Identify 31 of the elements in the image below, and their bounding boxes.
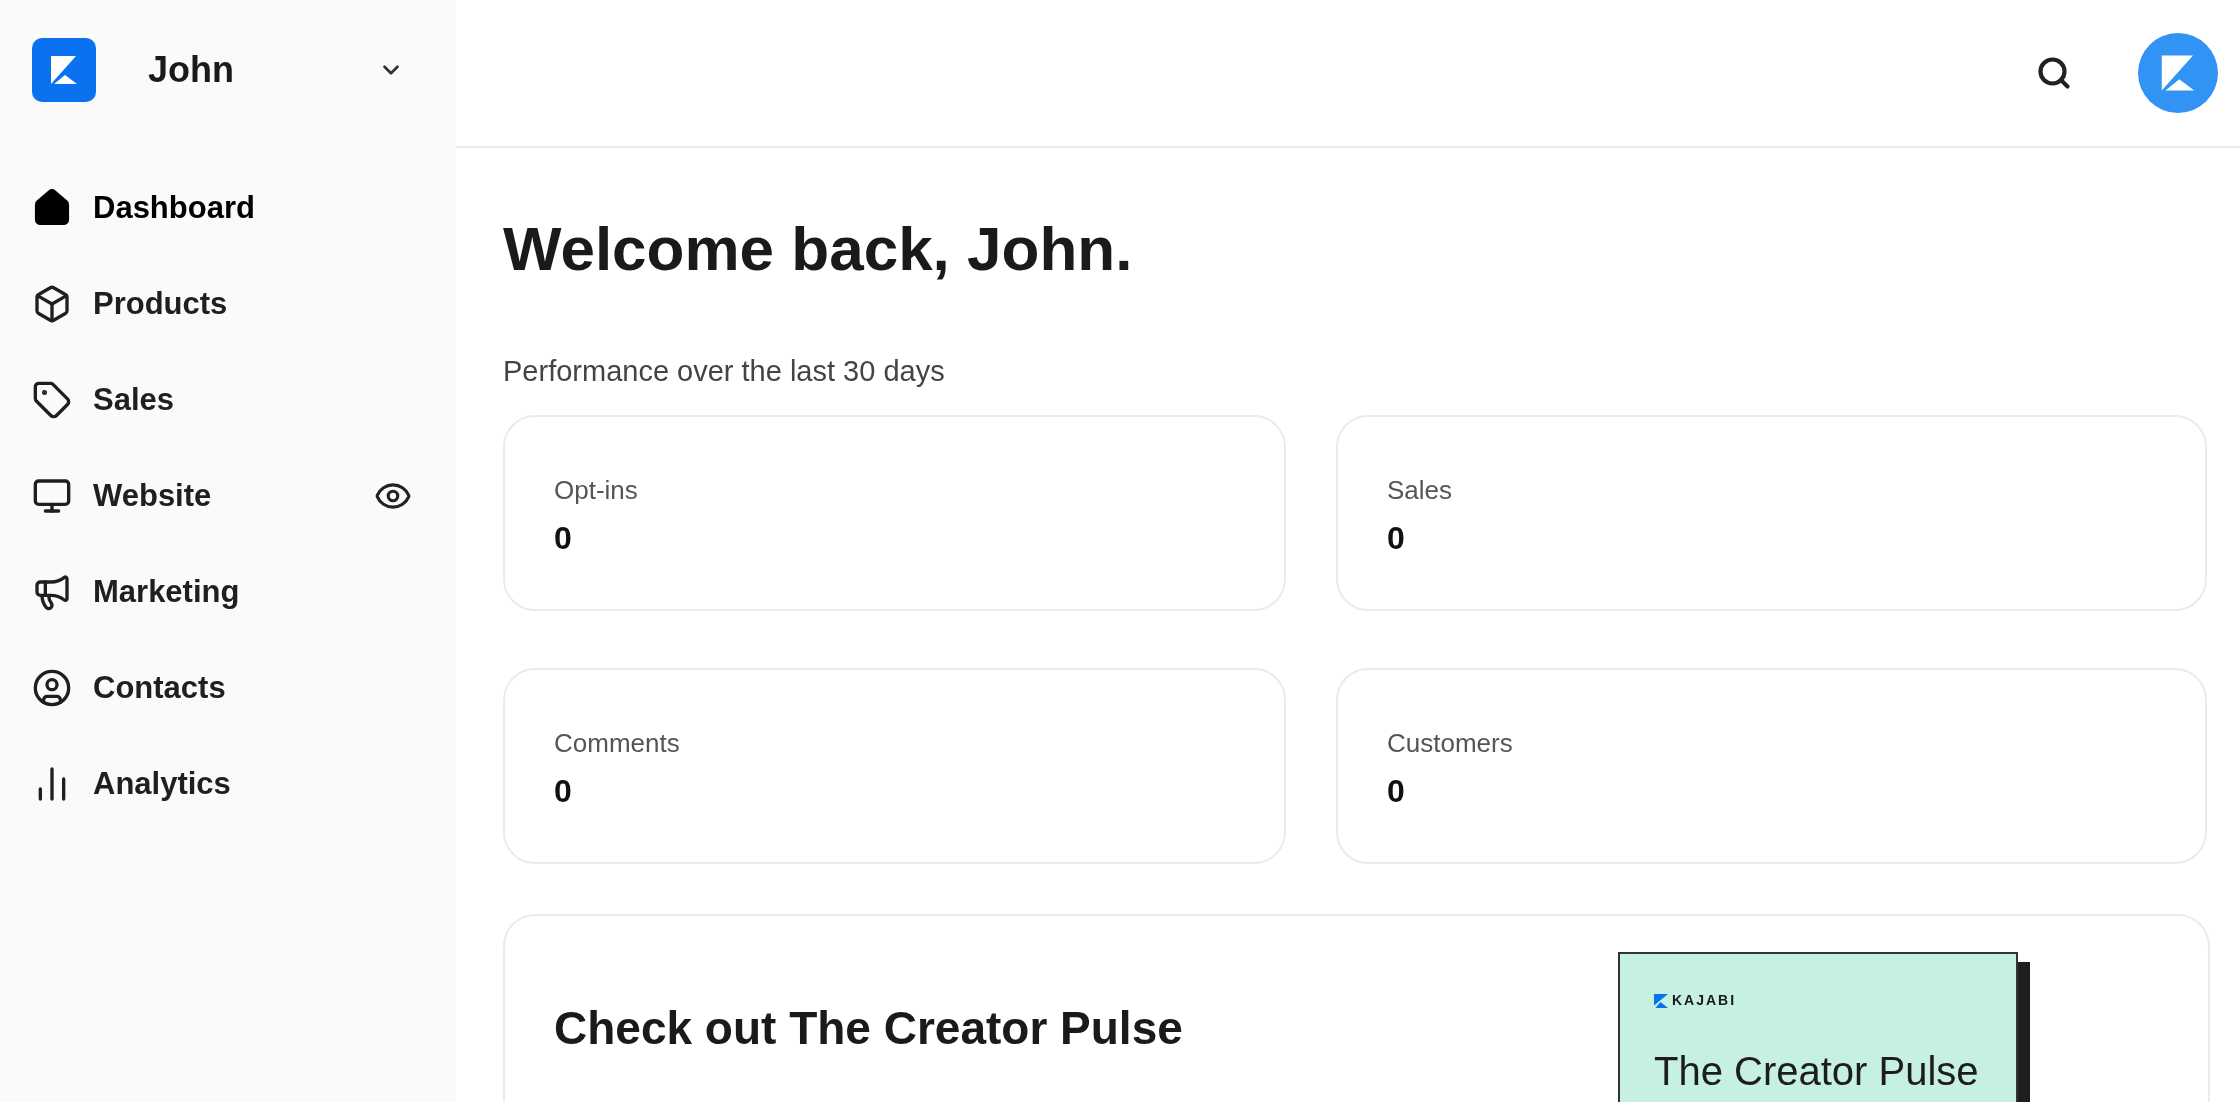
stat-label: Comments bbox=[554, 727, 681, 760]
cover-brand: KAJABI bbox=[1672, 991, 1737, 1010]
nav-item[interactable]: Contacts bbox=[0, 640, 456, 736]
brand-logo-icon bbox=[1654, 993, 1668, 1008]
stat-value: 0 bbox=[1387, 519, 1406, 558]
stat-value: 0 bbox=[1387, 772, 1406, 811]
stat-value: 0 bbox=[554, 772, 573, 811]
nav-item[interactable]: Analytics bbox=[0, 736, 456, 832]
logo-icon bbox=[32, 38, 96, 102]
home-icon bbox=[32, 188, 72, 228]
avatar-logo-icon[interactable] bbox=[2138, 33, 2218, 113]
section-subtitle: Performance over the last 30 days bbox=[503, 353, 946, 389]
stat-label: Opt-ins bbox=[554, 474, 639, 507]
box-icon bbox=[32, 284, 72, 324]
user-circle-icon bbox=[32, 668, 72, 708]
stat-label: Sales bbox=[1387, 474, 1454, 507]
account-name[interactable]: John bbox=[148, 43, 378, 97]
megaphone-icon bbox=[32, 572, 72, 612]
stat-label: Customers bbox=[1387, 727, 1514, 760]
stat-value: 0 bbox=[554, 519, 573, 558]
promo-title: Check out The Creator Pulse bbox=[554, 1001, 1184, 1056]
cover-title: The Creator Pulse bbox=[1654, 1048, 1980, 1095]
page-title: Welcome back, John. bbox=[503, 213, 1134, 285]
search-icon[interactable] bbox=[2036, 55, 2072, 91]
nav-item[interactable]: Dashboard bbox=[0, 160, 456, 256]
nav-item[interactable]: Marketing bbox=[0, 544, 456, 640]
nav-item[interactable]: Sales bbox=[0, 352, 456, 448]
monitor-icon bbox=[32, 476, 72, 516]
nav-item[interactable]: Website bbox=[0, 448, 456, 544]
tag-icon bbox=[32, 380, 72, 420]
nav-item[interactable]: Products bbox=[0, 256, 456, 352]
